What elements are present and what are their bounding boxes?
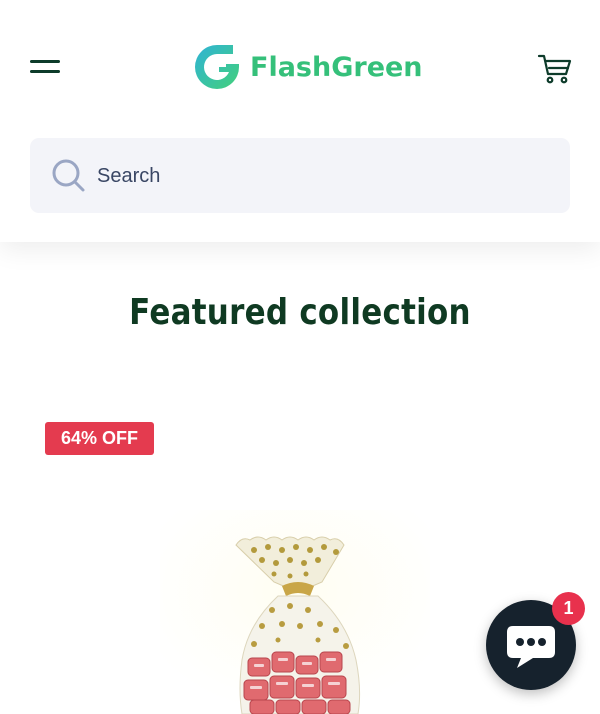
search-input[interactable] [97, 156, 547, 196]
search-icon [52, 159, 85, 192]
chat-unread-badge: 1 [552, 592, 585, 625]
menu-button[interactable] [28, 56, 62, 80]
logo-mark-icon [195, 45, 239, 89]
logo-text: FlashGreen [250, 51, 423, 83]
page: FlashGreen Featured collection 64% OFF [0, 0, 600, 714]
product-image[interactable] [150, 500, 450, 714]
search-bar[interactable] [30, 138, 570, 213]
section-title: Featured collection [129, 292, 471, 333]
chat-bubble-icon [507, 626, 555, 668]
brand-logo[interactable]: FlashGreen [192, 42, 423, 92]
hamburger-icon-line [30, 70, 60, 73]
discount-badge: 64% OFF [45, 422, 154, 455]
cart-icon [537, 54, 572, 84]
site-header: FlashGreen [0, 0, 600, 242]
hamburger-icon [30, 60, 60, 63]
cart-button[interactable] [537, 52, 573, 86]
